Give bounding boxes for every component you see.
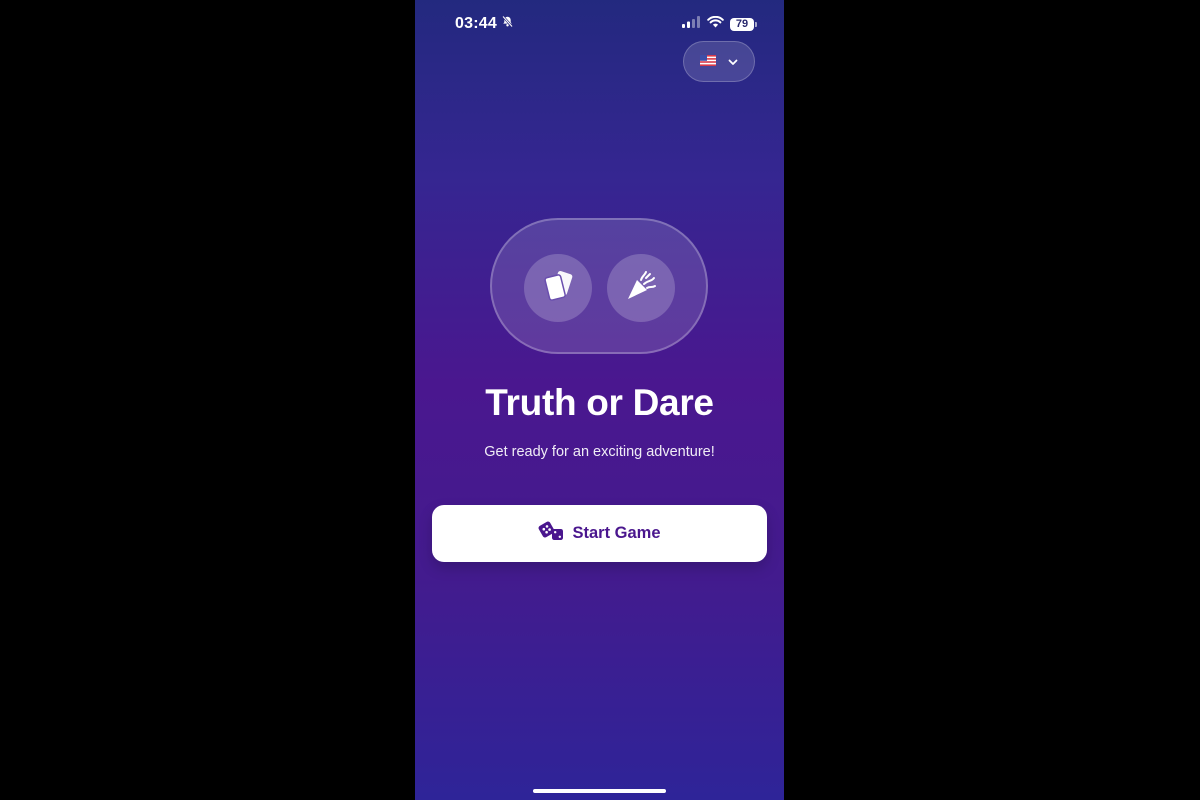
screen-backdrop: 03:44 79 Truth or Dare Get ready for an … — [0, 0, 1200, 800]
wifi-icon — [707, 15, 724, 33]
hero-badge — [490, 218, 708, 354]
signal-icon — [682, 15, 701, 33]
truth-badge — [524, 254, 592, 322]
app-screen: 03:44 79 Truth or Dare Get ready for an … — [415, 0, 784, 800]
home-indicator[interactable] — [533, 789, 666, 793]
battery-icon: 79 — [730, 17, 757, 31]
status-time: 03:44 — [455, 15, 514, 33]
dare-badge — [607, 254, 675, 322]
us-flag-icon — [700, 53, 716, 71]
start-game-label: Start Game — [572, 524, 661, 542]
status-icons: 79 — [682, 15, 757, 33]
page-subtitle: Get ready for an exciting adventure! — [484, 444, 715, 460]
battery-level: 79 — [735, 18, 749, 30]
status-time-label: 03:44 — [455, 15, 497, 32]
party-popper-icon — [621, 266, 661, 311]
dice-icon — [538, 520, 566, 547]
cards-icon — [538, 266, 578, 311]
language-selector-button[interactable] — [683, 41, 755, 82]
start-game-button[interactable]: Start Game — [432, 505, 767, 562]
chevron-down-icon — [728, 53, 738, 71]
bell-slash-icon — [501, 15, 514, 33]
page-title: Truth or Dare — [485, 382, 714, 423]
